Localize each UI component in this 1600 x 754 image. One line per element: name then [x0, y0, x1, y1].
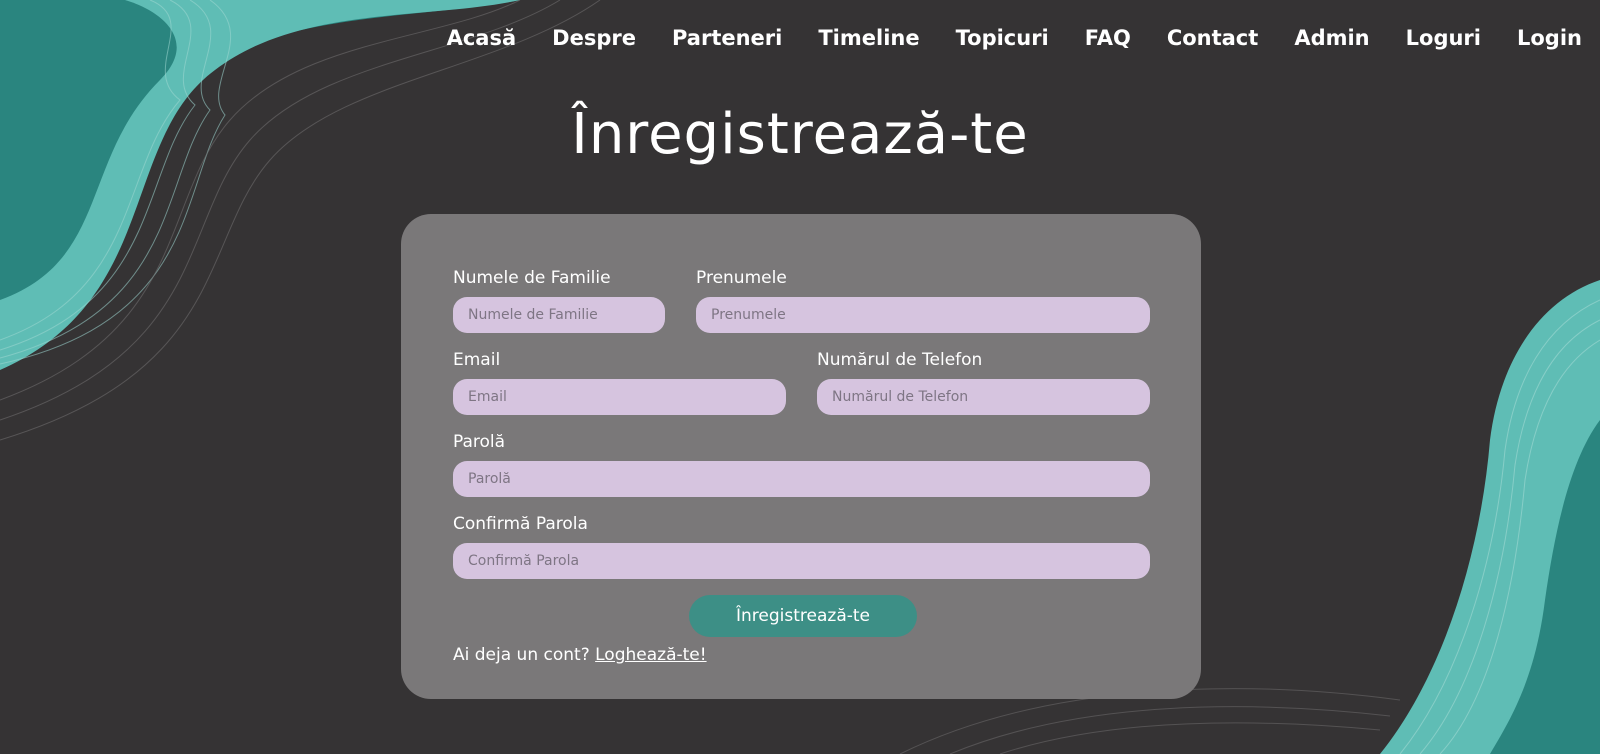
confirm-password-label: Confirmă Parola — [453, 514, 588, 534]
nav-item-acasa[interactable]: Acasă — [447, 26, 517, 50]
nav-item-faq[interactable]: FAQ — [1085, 26, 1131, 50]
register-button[interactable]: Înregistrează-te — [689, 595, 917, 637]
main-nav: Acasă Despre Parteneri Timeline Topicuri… — [411, 26, 1582, 50]
first-name-label: Prenumele — [696, 268, 787, 288]
nav-item-timeline[interactable]: Timeline — [818, 26, 919, 50]
email-label: Email — [453, 350, 501, 370]
password-input[interactable] — [453, 461, 1150, 497]
page: Acasă Despre Parteneri Timeline Topicuri… — [0, 0, 1600, 754]
first-name-input[interactable] — [696, 297, 1150, 333]
login-link[interactable]: Loghează-te! — [595, 645, 706, 665]
email-input[interactable] — [453, 379, 786, 415]
login-prompt: Ai deja un cont? Loghează-te! — [453, 645, 707, 665]
last-name-input[interactable] — [453, 297, 665, 333]
nav-item-loguri[interactable]: Loguri — [1406, 26, 1481, 50]
nav-item-admin[interactable]: Admin — [1294, 26, 1369, 50]
nav-item-parteneri[interactable]: Parteneri — [672, 26, 782, 50]
login-prompt-text: Ai deja un cont? — [453, 645, 590, 665]
phone-label: Numărul de Telefon — [817, 350, 983, 370]
phone-input[interactable] — [817, 379, 1150, 415]
nav-item-topicuri[interactable]: Topicuri — [956, 26, 1049, 50]
register-form: Numele de Familie Prenumele Email Număru… — [401, 214, 1201, 699]
nav-item-contact[interactable]: Contact — [1167, 26, 1259, 50]
password-label: Parolă — [453, 432, 506, 452]
page-title: Înregistrează-te — [571, 102, 1029, 167]
confirm-password-input[interactable] — [453, 543, 1150, 579]
nav-item-login[interactable]: Login — [1517, 26, 1582, 50]
nav-item-despre[interactable]: Despre — [552, 26, 636, 50]
last-name-label: Numele de Familie — [453, 268, 611, 288]
